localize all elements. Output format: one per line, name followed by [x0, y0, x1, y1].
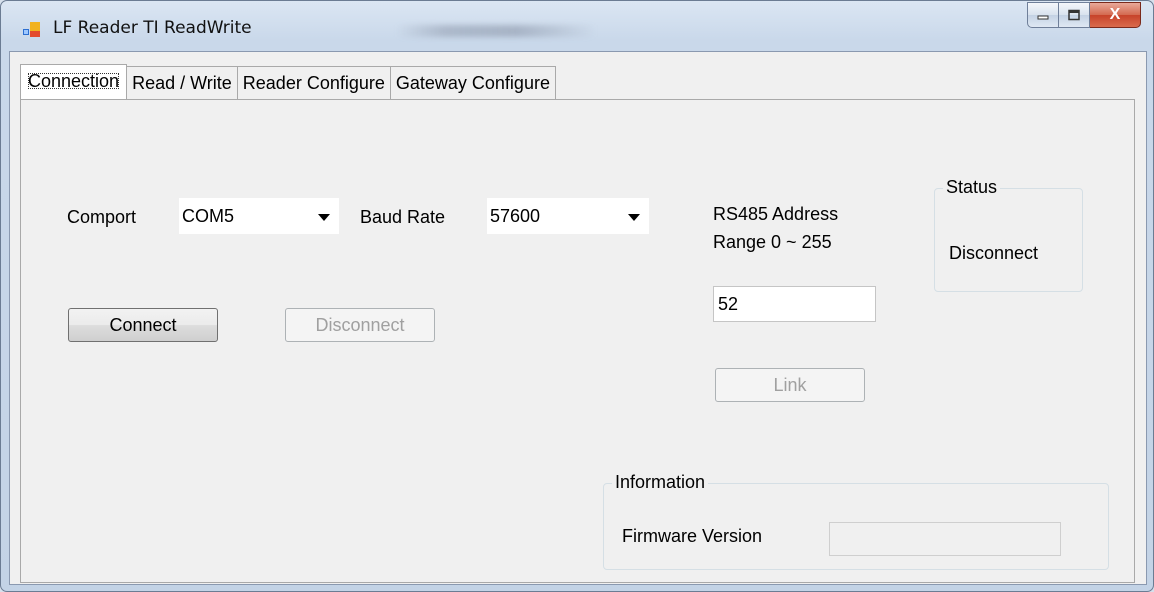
close-icon: X	[1109, 6, 1121, 23]
minimize-icon	[1037, 15, 1049, 20]
status-group-title: Status	[943, 177, 1001, 198]
rs485-address-label: RS485 Address	[713, 204, 839, 224]
tab-connection[interactable]: Connection	[20, 64, 128, 99]
firmware-version-label: Firmware Version	[622, 526, 763, 546]
rs485-address-input[interactable]: 52	[713, 286, 876, 322]
comport-label: Comport	[67, 207, 137, 227]
caption-buttons: X	[1027, 2, 1141, 28]
comport-select[interactable]: COM5	[179, 198, 339, 234]
minimize-button[interactable]	[1027, 2, 1059, 28]
connection-page: Comport COM5 Baud Rate 57600 Connect Dis…	[20, 99, 1135, 583]
status-value: Disconnect	[949, 243, 1039, 263]
information-group: Information Firmware Version	[603, 472, 1109, 570]
tab-reader-configure[interactable]: Reader Configure	[236, 66, 391, 99]
link-button[interactable]: Link	[715, 368, 865, 402]
firmware-version-field	[829, 522, 1061, 556]
maximize-icon	[1068, 9, 1080, 21]
baud-rate-value: 57600	[490, 206, 541, 226]
connect-button[interactable]: Connect	[68, 308, 218, 342]
information-group-title: Information	[612, 472, 709, 493]
rs485-range-label: Range 0 ~ 255	[713, 232, 832, 252]
baud-rate-select[interactable]: 57600	[487, 198, 649, 234]
tab-gateway-configure[interactable]: Gateway Configure	[389, 66, 556, 99]
app-window: LF Reader TI ReadWrite X Connection Read…	[0, 0, 1154, 592]
close-button[interactable]: X	[1090, 2, 1141, 28]
tab-read-write[interactable]: Read / Write	[126, 66, 238, 99]
title-bar[interactable]: LF Reader TI ReadWrite X	[1, 1, 1153, 51]
blurred-region	[396, 25, 596, 37]
client-area: Connection Read / Write Reader Configure…	[9, 51, 1147, 585]
chevron-down-icon	[318, 214, 330, 221]
maximize-button[interactable]	[1059, 2, 1090, 28]
baud-rate-label: Baud Rate	[360, 207, 446, 227]
window-title: LF Reader TI ReadWrite	[53, 18, 252, 38]
status-group: Status Disconnect	[934, 177, 1083, 292]
disconnect-button[interactable]: Disconnect	[285, 308, 435, 342]
app-icon	[23, 22, 40, 37]
chevron-down-icon	[628, 214, 640, 221]
comport-value: COM5	[182, 206, 235, 226]
tab-strip: Connection Read / Write Reader Configure…	[20, 64, 556, 100]
